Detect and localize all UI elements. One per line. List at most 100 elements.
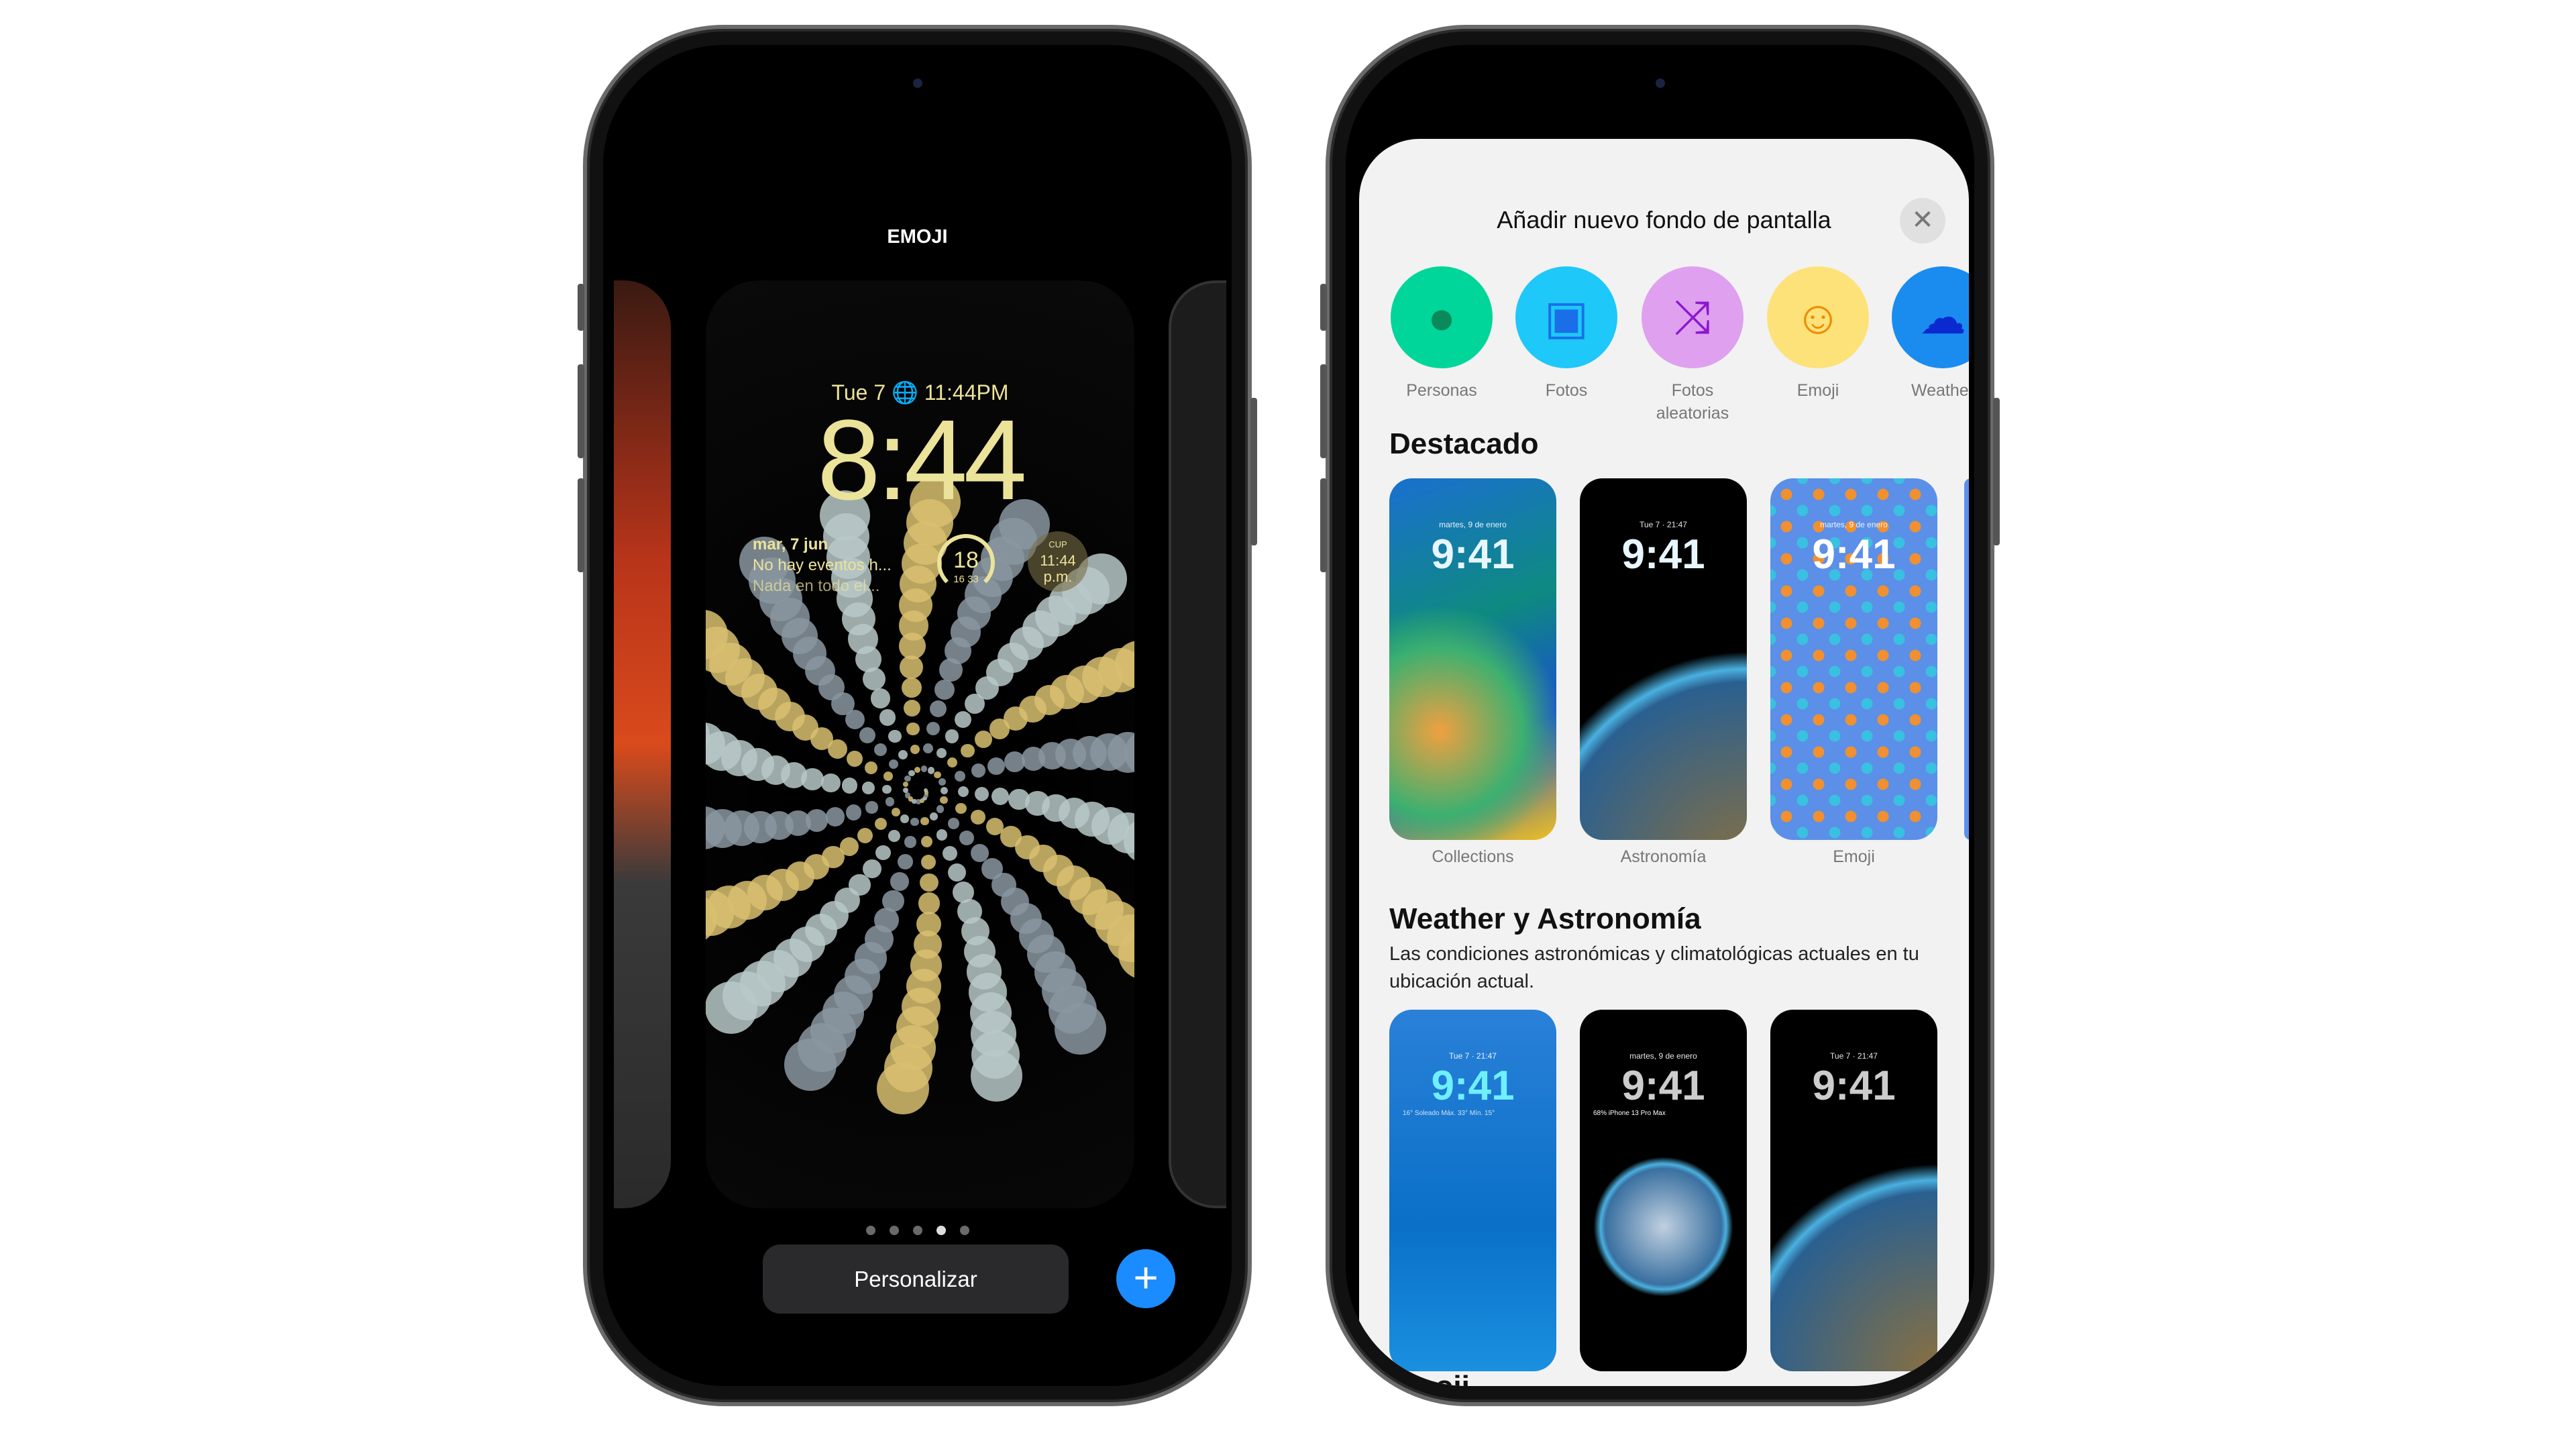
emoji-decoration <box>882 890 904 912</box>
emoji-decoration <box>910 817 919 827</box>
wallpaper-astronomy-2[interactable]: Tue 7 · 21:47 9:41 <box>1770 1010 1937 1371</box>
emoji-decoration <box>989 718 1010 739</box>
emoji-decoration <box>904 700 920 717</box>
emoji-decoration <box>936 829 948 841</box>
emoji-decoration <box>846 751 863 767</box>
emoji-decoration <box>971 810 985 825</box>
emoji-decoration <box>945 729 959 743</box>
emoji-decoration <box>975 731 992 748</box>
emoji-decoration <box>914 766 921 774</box>
emoji-decoration <box>930 700 947 718</box>
wallpaper-earth[interactable]: martes, 9 de enero 9:41 68% iPhone 13 Pro … <box>1580 1010 1747 1371</box>
emoji-decoration <box>948 817 959 829</box>
thumb-label: Astronomía <box>1620 847 1707 866</box>
lock-time: 8:44 <box>817 396 1027 524</box>
emoji-decoration <box>918 892 941 914</box>
thumb-label: Collections <box>1432 847 1514 866</box>
emoji-decoration <box>957 786 969 798</box>
smiley-icon: ☺ <box>1767 266 1869 368</box>
emoji-decoration <box>940 796 948 804</box>
emoji-decoration <box>920 873 938 892</box>
category-emoji[interactable]: ☺ Emoji <box>1767 266 1869 402</box>
wallpaper-more-preview[interactable] <box>1964 478 1969 840</box>
emoji-decoration <box>801 767 824 791</box>
emoji-decoration <box>885 797 894 806</box>
category-weather[interactable]: ☁ Weather <box>1892 266 1969 402</box>
emoji-decoration <box>916 911 942 937</box>
emoji-decoration <box>929 812 938 820</box>
wallpaper-weather[interactable]: Tue 7 · 21:47 9:41 16° Soleado Máx. 33° Mí… <box>1389 1010 1556 1371</box>
emoji-wallpaper-preview[interactable]: Tue 7 🌐 11:44PM 8:44 mar, 7 jun No hay e… <box>706 280 1134 1208</box>
emoji-decoration <box>873 743 887 757</box>
category-personas[interactable]: ● Personas <box>1391 266 1493 402</box>
emoji-decoration <box>875 845 892 861</box>
customize-button[interactable]: Personalizar <box>763 1244 1069 1314</box>
emoji-decoration <box>1021 746 1046 771</box>
emoji-decoration <box>1008 789 1030 810</box>
person-icon: ● <box>1391 266 1493 368</box>
plus-icon: + <box>1133 1253 1159 1302</box>
category-fotos-aleatorias[interactable]: ⤨ Fotos aleatorias <box>1642 266 1743 425</box>
emoji-decoration <box>888 729 902 743</box>
emoji-decoration <box>936 748 947 759</box>
emoji-heading: Emoji <box>1389 1370 1470 1386</box>
wallpaper-gallery-screen: EMOJI Tue 7 🌐 11:44PM 8:44 mar, 7 jun No… <box>603 45 1232 1386</box>
emoji-decoration <box>889 759 899 770</box>
front-camera <box>912 78 922 88</box>
emoji-decoration <box>902 781 909 788</box>
shuffle-icon: ⤨ <box>1642 266 1743 368</box>
emoji-decoration <box>936 805 945 813</box>
emoji-decoration <box>987 757 1006 775</box>
page-dot[interactable] <box>936 1226 946 1235</box>
wallpaper-emoji[interactable]: martes, 9 de enero 9:41 <box>1770 478 1937 840</box>
close-icon: ✕ <box>1911 205 1934 235</box>
emoji-decoration <box>904 836 916 848</box>
wallpaper-type-label: EMOJI <box>887 226 948 248</box>
emoji-decoration <box>947 863 966 882</box>
weather-astronomy-heading: Weather y Astronomía <box>1389 902 1701 935</box>
weather-astronomy-description: Las condiciones astronómicas y climatoló… <box>1389 943 1919 992</box>
emoji-decoration <box>965 693 985 714</box>
wallpaper-collections[interactable]: martes, 9 de enero 9:41 <box>1389 478 1556 840</box>
page-dot[interactable] <box>912 1226 922 1235</box>
emoji-decoration <box>862 782 875 794</box>
emoji-decoration <box>970 844 989 863</box>
page-dot[interactable] <box>889 1226 899 1235</box>
emoji-decoration <box>888 830 900 842</box>
emoji-decoration <box>870 688 891 708</box>
emoji-decoration <box>938 778 946 786</box>
next-wallpaper-preview[interactable] <box>1169 280 1226 1208</box>
emoji-decoration <box>910 744 920 755</box>
sheet-title: Añadir nuevo fondo de pantalla <box>1497 206 1831 233</box>
previous-wallpaper-preview[interactable] <box>614 280 671 1208</box>
emoji-decoration <box>955 711 972 729</box>
emoji-decoration <box>920 835 933 847</box>
emoji-decoration <box>1004 751 1026 773</box>
gauge-widget[interactable]: 18 16 33 <box>937 534 995 592</box>
add-wallpaper-screen: Añadir nuevo fondo de pantalla ✕ ● Person… <box>1346 45 1974 1386</box>
emoji-decoration <box>865 801 878 814</box>
close-button[interactable]: ✕ <box>1900 198 1945 244</box>
calendar-widget[interactable]: mar, 7 jun No hay eventos h... Nada en t… <box>753 534 892 596</box>
page-dot[interactable] <box>959 1226 969 1235</box>
emoji-decoration <box>981 858 1003 880</box>
add-wallpaper-button[interactable]: + <box>1116 1249 1175 1308</box>
photos-icon: ▣ <box>1515 266 1617 368</box>
emoji-decoration <box>891 807 900 816</box>
emoji-decoration <box>874 818 887 831</box>
page-indicator[interactable] <box>603 1226 1232 1235</box>
emoji-decoration <box>975 786 989 801</box>
emoji-decoration <box>938 658 963 682</box>
world-clock-widget[interactable]: CUP 11:44 p.m. <box>1028 531 1088 592</box>
emoji-decoration <box>926 722 940 736</box>
emoji-decoration <box>955 802 967 814</box>
emoji-decoration <box>901 678 922 698</box>
emoji-decoration <box>865 761 878 775</box>
emoji-decoration <box>904 775 911 782</box>
emoji-decoration <box>934 679 955 700</box>
page-dot[interactable] <box>865 1226 875 1235</box>
category-fotos[interactable]: ▣ Fotos <box>1515 266 1617 402</box>
wallpaper-astronomy[interactable]: Tue 7 · 21:47 9:41 <box>1580 478 1747 840</box>
emoji-decoration <box>845 710 865 730</box>
featured-heading: Destacado <box>1389 427 1539 460</box>
